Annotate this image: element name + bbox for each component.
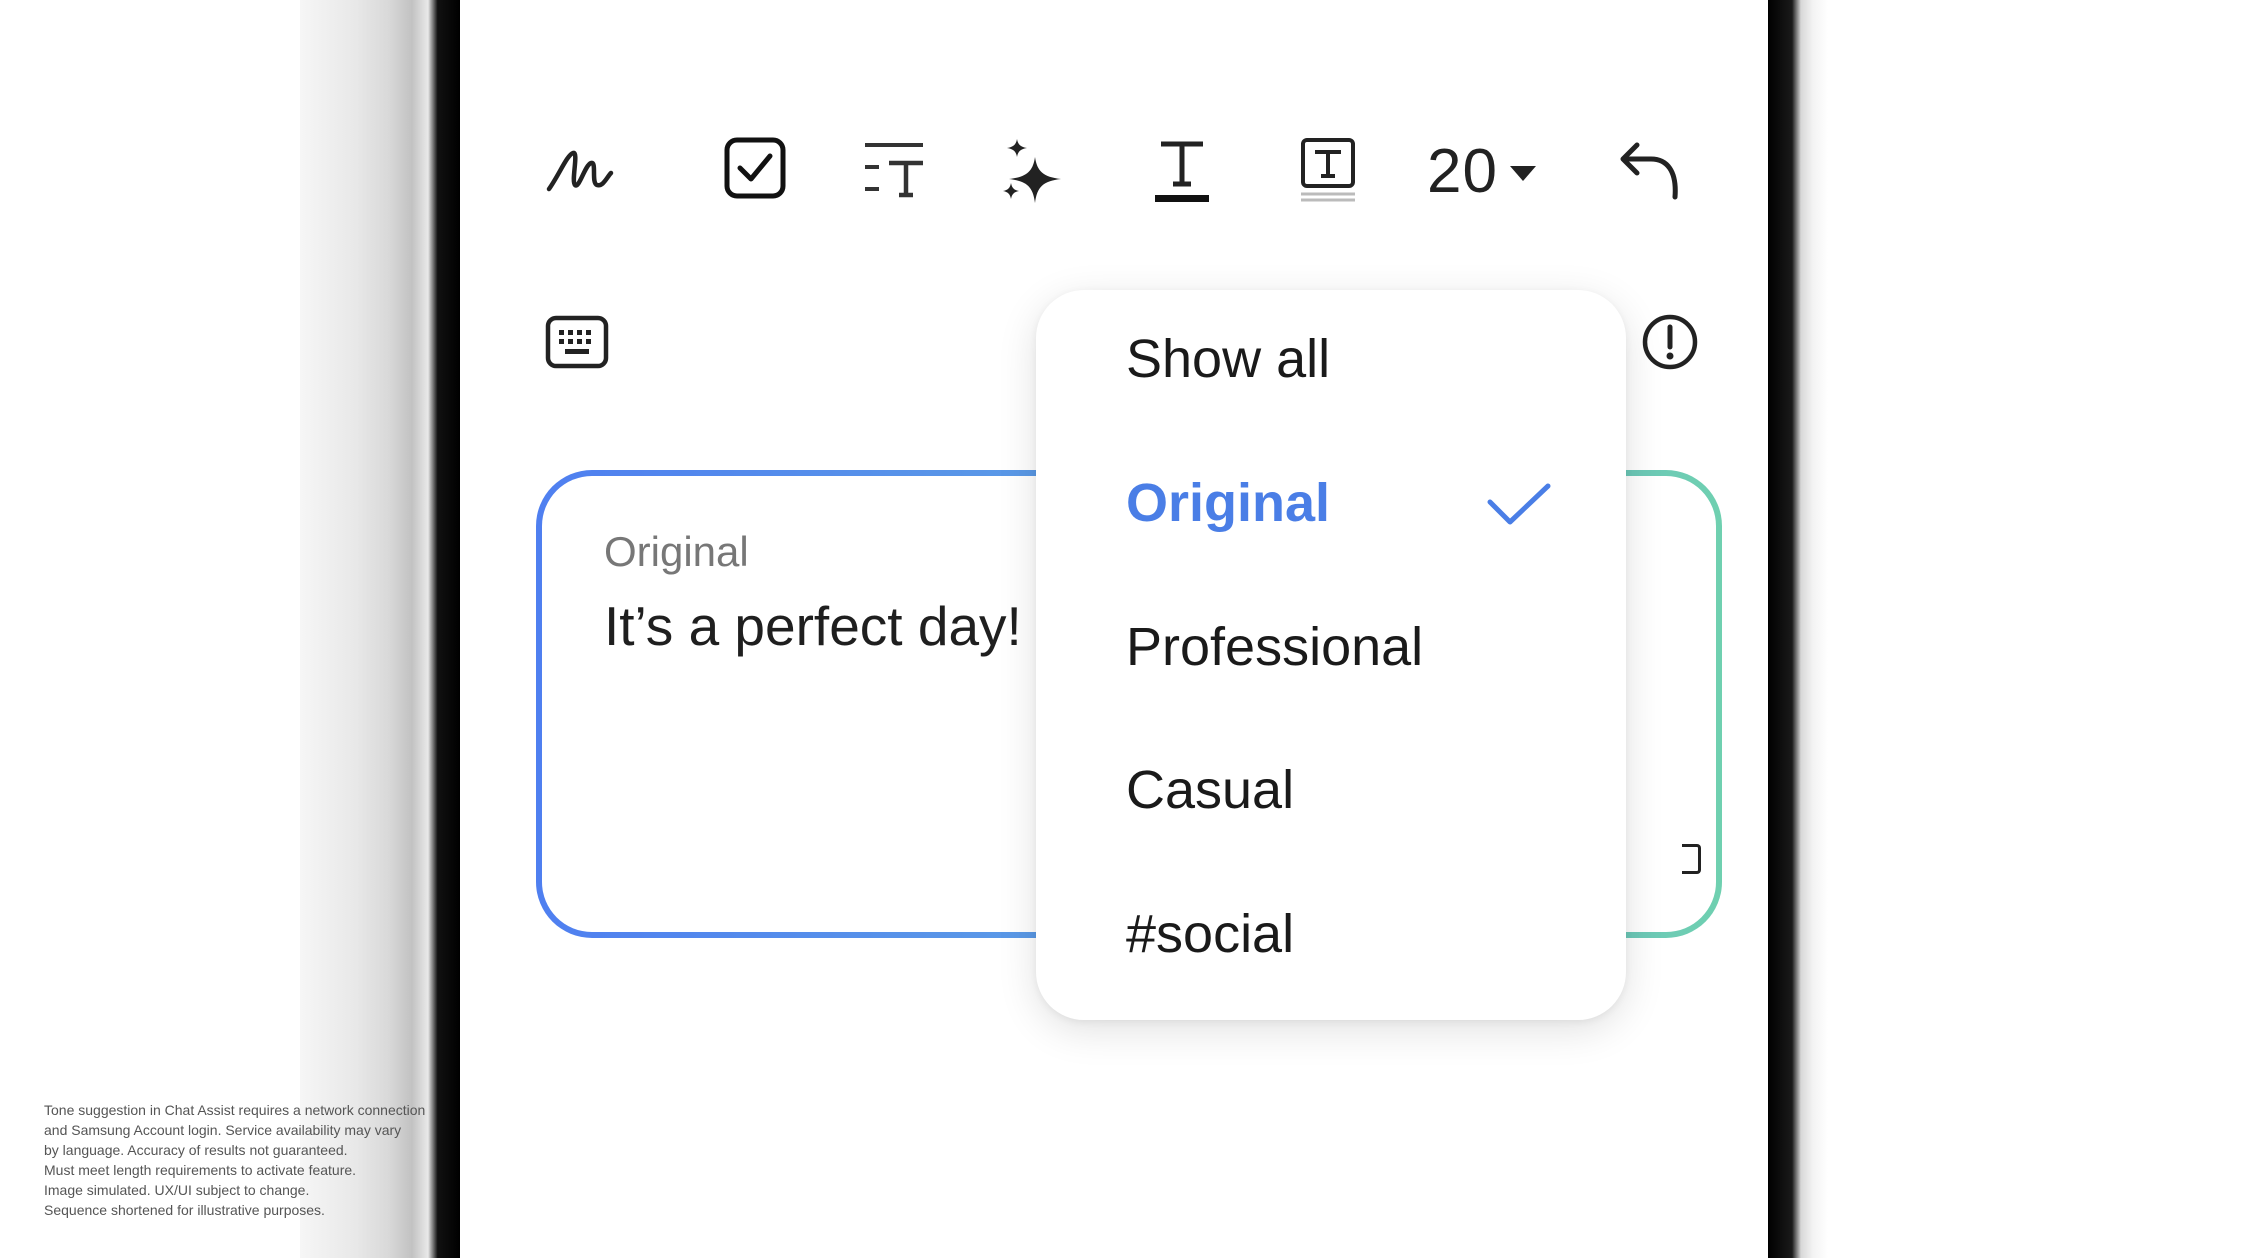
disclaimer-line: Image simulated. UX/UI subject to change… — [44, 1182, 310, 1198]
legal-disclaimer: Tone suggestion in Chat Assist requires … — [44, 1100, 444, 1220]
disclaimer-line: by language. Accuracy of results not gua… — [44, 1142, 348, 1158]
menu-item-social[interactable]: #social — [1126, 903, 1294, 965]
card-tone-label: Original — [604, 528, 749, 575]
copy-icon[interactable] — [1682, 844, 1701, 874]
disclaimer-line: Sequence shortened for illustrative purp… — [44, 1202, 325, 1218]
menu-item-casual[interactable]: Casual — [1126, 759, 1294, 821]
tone-dropdown-menu: Show all Original Professional Casual #s… — [1036, 290, 1626, 1020]
menu-item-show-all[interactable]: Show all — [1126, 328, 1330, 390]
text-box-icon[interactable] — [1298, 136, 1358, 204]
undo-icon[interactable] — [1616, 138, 1682, 202]
text-underline-icon[interactable] — [1152, 138, 1212, 204]
font-size-selector[interactable]: 20 — [1427, 135, 1536, 207]
chevron-down-icon — [1509, 165, 1536, 181]
disclaimer-line: and Samsung Account login. Service avail… — [44, 1122, 402, 1138]
phone-frame-right — [1768, 0, 1828, 1258]
card-message-text: It’s a perfect day! — [604, 595, 1022, 657]
phone-screen: 20 Original It’s a perfect day! Show all… — [482, 0, 1768, 1258]
disclaimer-line: Tone suggestion in Chat Assist requires … — [44, 1102, 426, 1118]
info-alert-icon[interactable] — [1640, 312, 1700, 372]
checkmark-icon — [1486, 480, 1552, 533]
menu-item-original[interactable]: Original — [1126, 472, 1330, 534]
font-size-value: 20 — [1427, 136, 1498, 206]
keyboard-icon[interactable] — [544, 314, 610, 370]
phone-frame-left — [300, 0, 460, 1258]
checkbox-icon[interactable] — [722, 135, 788, 201]
menu-item-professional[interactable]: Professional — [1126, 616, 1423, 678]
text-style-icon[interactable] — [862, 140, 926, 200]
handwriting-icon[interactable] — [542, 135, 618, 205]
sparkle-ai-icon[interactable] — [1000, 136, 1066, 206]
disclaimer-line: Must meet length requirements to activat… — [44, 1162, 357, 1178]
